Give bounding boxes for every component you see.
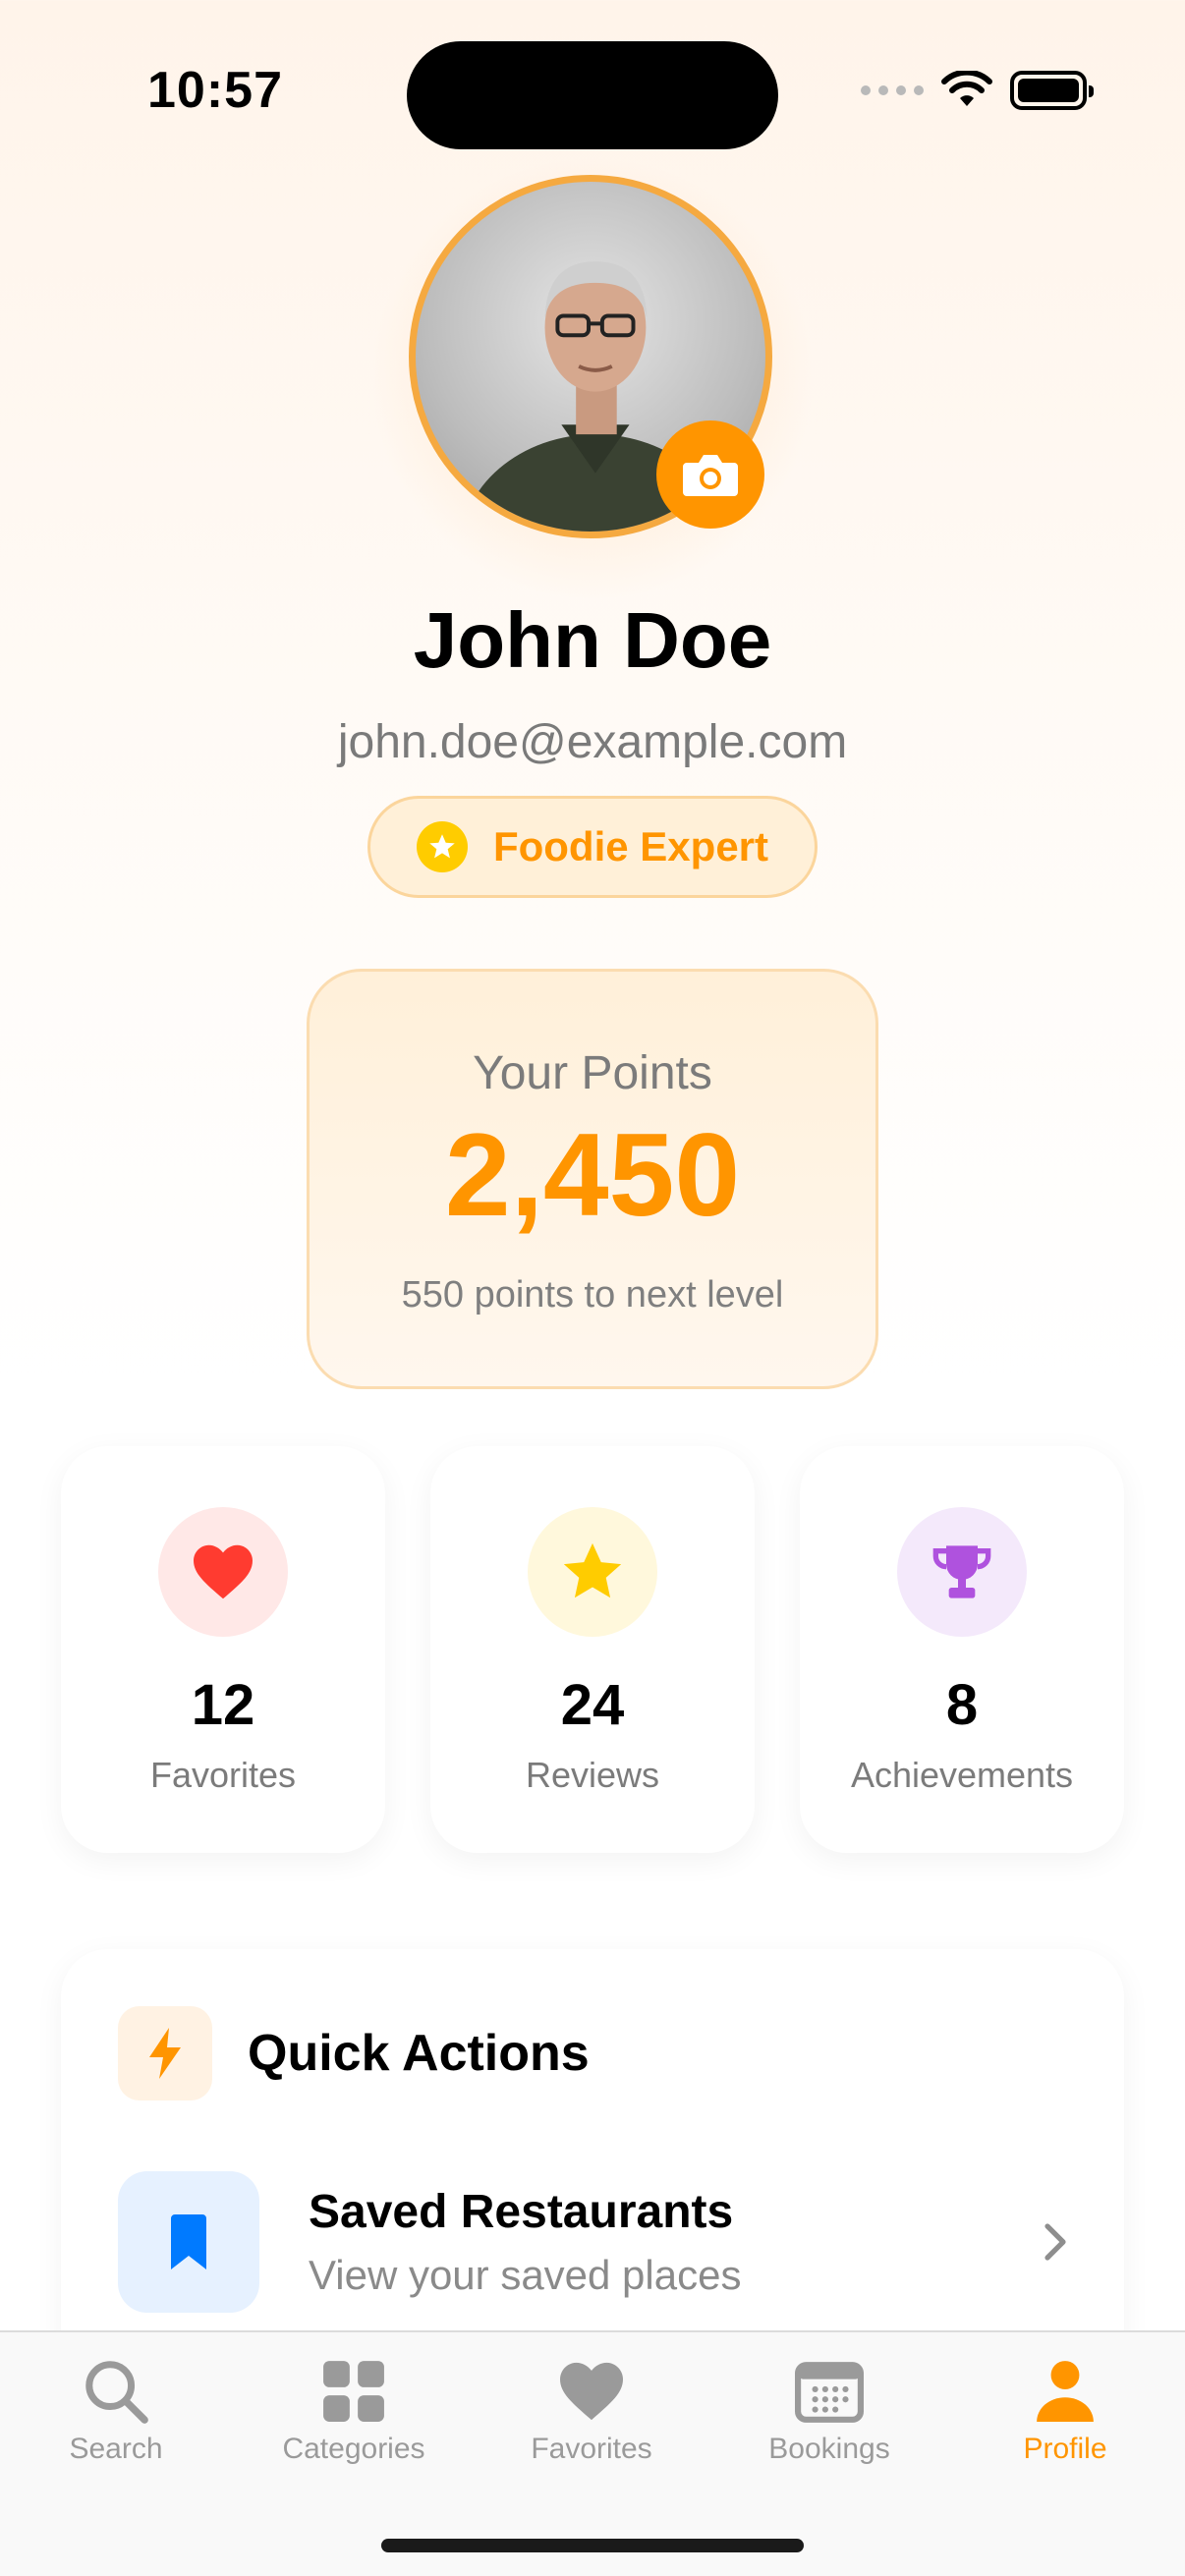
badge-label: Foodie Expert [492,823,769,869]
level-badge: Foodie Expert [367,796,818,898]
wifi-icon [941,71,992,106]
tab-label: Profile [1023,2433,1107,2465]
points-card: Your Points 2,450 550 points to next lev… [307,969,878,1389]
points-subtitle: 550 points to next level [401,1274,784,1316]
bolt-icon [118,2006,212,2100]
row-title: Saved Restaurants [309,2186,734,2238]
profile-name: John Doe [413,596,772,684]
stat-label: Reviews [525,1755,660,1795]
change-photo-button[interactable] [656,420,764,529]
stat-value: 24 [560,1673,625,1737]
home-indicator [381,2539,804,2552]
calendar-icon [731,2354,928,2429]
battery-icon [1010,71,1094,110]
tab-label: Favorites [531,2433,652,2465]
tab-label: Search [69,2433,163,2465]
heart-icon [493,2354,690,2429]
points-label: Your Points [473,1047,712,1099]
tab-bookings[interactable]: Bookings [731,2354,928,2492]
dynamic-island [407,41,778,149]
heart-icon [158,1507,288,1637]
tab-search[interactable]: Search [18,2354,214,2492]
stat-card-favorites[interactable]: 12 Favorites [61,1446,385,1853]
tab-label: Categories [282,2433,425,2465]
points-value: 2,450 [444,1109,741,1241]
row-subtitle: View your saved places [309,2252,742,2298]
chevron-right-icon [1044,2223,1066,2261]
tab-categories[interactable]: Categories [255,2354,452,2492]
star-icon [528,1507,657,1637]
saved-restaurants-row[interactable]: Saved Restaurants View your saved places [61,2171,1124,2319]
tab-profile[interactable]: Profile [967,2354,1163,2492]
person-icon [967,2354,1163,2429]
camera-icon [683,455,738,496]
stat-label: Achievements [850,1755,1074,1795]
stat-value: 8 [945,1673,979,1737]
quick-actions-title: Quick Actions [248,2025,590,2082]
stat-card-achievements[interactable]: 8 Achievements [800,1446,1124,1853]
bookmark-icon [118,2171,259,2313]
star-badge-icon [416,821,468,872]
cellular-signal-icon [861,85,924,95]
stat-value: 12 [191,1673,255,1737]
profile-email: john.doe@example.com [337,716,848,768]
status-time: 10:57 [147,62,283,119]
search-icon [18,2354,214,2429]
stat-label: Favorites [149,1755,297,1795]
grid-icon [255,2354,452,2429]
status-icons [861,71,1094,110]
tab-label: Bookings [768,2433,890,2465]
trophy-icon [897,1507,1027,1637]
stat-card-reviews[interactable]: 24 Reviews [430,1446,755,1853]
tab-favorites[interactable]: Favorites [493,2354,690,2492]
